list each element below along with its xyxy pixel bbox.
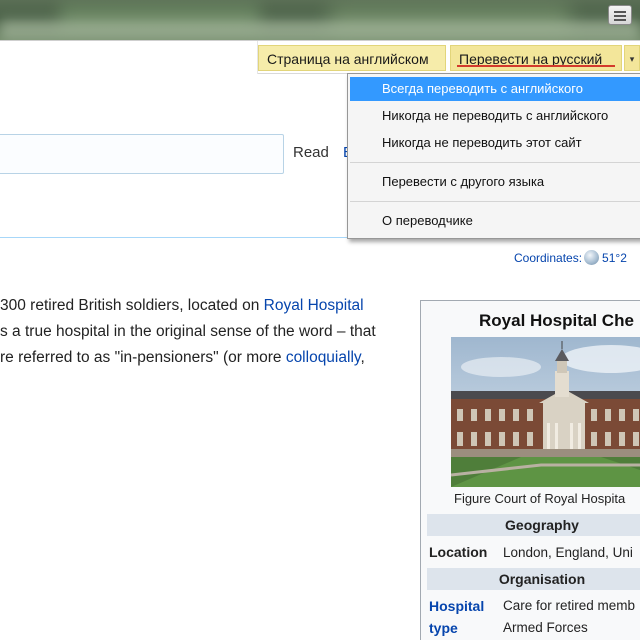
show-original-label: Страница на английском (267, 51, 429, 67)
menu-item-always-translate[interactable]: Всегда переводить с английского (350, 77, 640, 101)
infobox-title: Royal Hospital Che (479, 311, 634, 330)
infobox-photo[interactable] (451, 337, 640, 487)
browser-title-bar (0, 0, 640, 40)
menu-item-label: Перевести с другого языка (382, 174, 545, 189)
menu-item-label: Никогда не переводить этот сайт (382, 135, 582, 150)
translate-button[interactable]: Перевести на русский (450, 45, 622, 71)
background-blur (0, 20, 640, 40)
chevron-down-icon: ▾ (629, 54, 635, 64)
translate-infobar: Страница на английском Перевести на русс… (0, 40, 640, 74)
menu-separator (350, 162, 640, 163)
location-value: London, England, Uni (503, 545, 633, 560)
article-line: re referred to as "in-pensioners" (or mo… (0, 349, 365, 367)
coordinates: Coordinates: 51°2 (514, 250, 627, 265)
menu-item-about-translator[interactable]: О переводчике (350, 209, 640, 233)
show-original-button[interactable]: Страница на английском (258, 45, 446, 71)
tab-read[interactable]: Read (293, 144, 329, 161)
menu-item-never-translate-language[interactable]: Никогда не переводить с английского (350, 104, 640, 128)
globe-icon[interactable] (584, 250, 600, 265)
infobox: Royal Hospital Che Figure Court of Royal… (420, 300, 640, 640)
section-organisation: Organisation (427, 568, 640, 590)
section-geography: Geography (427, 514, 640, 536)
translate-options-menu: Всегда переводить с английского Никогда … (347, 73, 640, 239)
menu-separator (350, 201, 640, 202)
royal-hospital-link[interactable]: Royal Hospital (264, 297, 364, 314)
menu-bar-icon (614, 15, 626, 17)
coordinates-label[interactable]: Coordinates: (514, 251, 582, 265)
coordinates-value[interactable]: 51°2 (602, 251, 627, 265)
colloquially-link[interactable]: colloquially (286, 349, 361, 366)
article-line: 300 retired British soldiers, located on… (0, 297, 364, 315)
hospital-type-value-line2: Armed Forces (503, 620, 588, 635)
menu-item-label: Всегда переводить с английского (382, 81, 583, 96)
infobox-caption: Figure Court of Royal Hospita (454, 491, 626, 506)
hospital-building-image (451, 337, 640, 487)
translate-options-arrow[interactable]: ▾ (624, 45, 640, 71)
article-text: re referred to as "in-pensioners" (or mo… (0, 349, 286, 366)
location-label: Location (429, 544, 488, 560)
active-underline (457, 65, 615, 67)
article-line: s a true hospital in the original sense … (0, 323, 376, 341)
browser-menu-button[interactable] (608, 5, 632, 25)
article-text: , (360, 349, 365, 366)
article-text: s a true hospital in the original sense … (0, 323, 376, 340)
search-input[interactable] (0, 134, 284, 174)
hospital-type-link-line1[interactable]: Hospital (429, 598, 484, 614)
menu-bar-icon (614, 19, 626, 21)
hospital-type-link-line2[interactable]: type (429, 620, 458, 636)
menu-bar-icon (614, 11, 626, 13)
article-text: 300 retired British soldiers, located on (0, 297, 264, 314)
menu-item-never-translate-site[interactable]: Никогда не переводить этот сайт (350, 131, 640, 155)
menu-item-label: Никогда не переводить с английского (382, 108, 609, 123)
hospital-type-value-line1: Care for retired memb (503, 598, 636, 613)
menu-item-label: О переводчике (382, 213, 473, 228)
address-bar[interactable] (0, 41, 258, 74)
menu-item-translate-other-language[interactable]: Перевести с другого языка › (350, 170, 640, 194)
